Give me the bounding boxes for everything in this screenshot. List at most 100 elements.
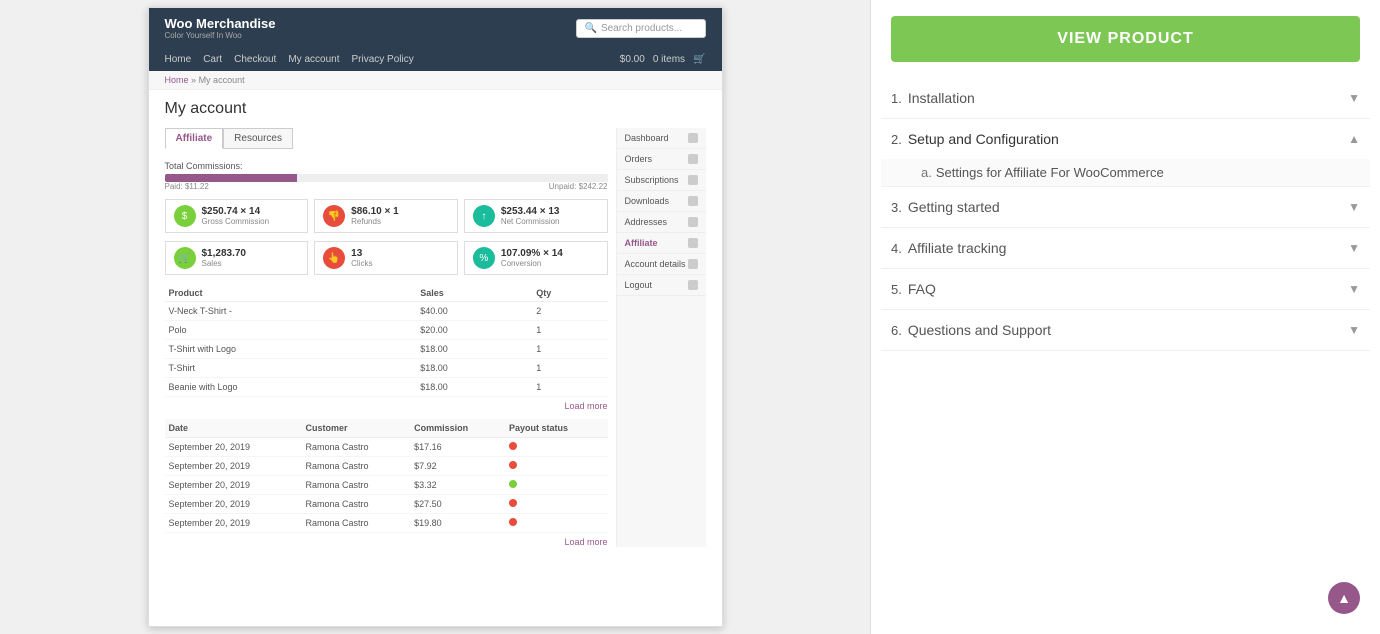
left-panel: Woo Merchandise Color Yourself In Woo 🔍 … [0,0,870,634]
stat-conversion-icon: % [473,247,495,269]
status-dot [509,442,517,450]
sidebar-menu-label: Logout [625,280,653,290]
table-row: September 20, 2019 Ramona Castro $7.92 [165,457,608,476]
history-customer: Ramona Castro [301,476,410,495]
stats-cards-row2: 🛒 $1,283.70 Sales 👆 13 Clicks [165,241,608,275]
sidebar-menu-label: Dashboard [625,133,669,143]
chevron-down-icon: ▼ [1348,200,1360,214]
history-table: Date Customer Commission Payout status S… [165,419,608,533]
toc-item-header[interactable]: 1. Installation ▼ [881,78,1370,118]
commission-bar-fill [165,174,298,182]
woo-search-box[interactable]: 🔍 Search products... [576,19,706,38]
commission-unpaid: Unpaid: $242.22 [549,182,608,191]
affiliate-content: Affiliate Resources Total Commissions: P… [165,128,608,547]
sidebar-menu-label: Downloads [625,196,670,206]
sidebar-menu-item[interactable]: Downloads [617,191,706,212]
tab-affiliate[interactable]: Affiliate [165,128,224,149]
sidebar-menu-label: Subscriptions [625,175,679,185]
nav-links: Home Cart Checkout My account Privacy Po… [165,54,414,65]
toc-label: Setup and Configuration [908,131,1348,147]
product-sales: $20.00 [416,321,532,340]
commission-bar-container [165,174,608,182]
toc-item-header[interactable]: 6. Questions and Support ▼ [881,310,1370,350]
stat-sales-icon: 🛒 [174,247,196,269]
history-col-customer: Customer [301,419,410,438]
woo-main: My account Affiliate Resources Total Com… [149,90,722,557]
sidebar-menu-item[interactable]: Account details [617,254,706,275]
history-date: September 20, 2019 [165,514,302,533]
sidebar-menu-item[interactable]: Addresses [617,212,706,233]
breadcrumb-separator: » [191,75,196,85]
stats-cards-row1: $ $250.74 × 14 Gross Commission 👎 $86.10… [165,199,608,233]
toc-item: 5. FAQ ▼ [881,269,1370,310]
stat-gross-label: Gross Commission [202,217,270,226]
nav-privacy[interactable]: Privacy Policy [351,54,413,65]
chevron-down-icon: ▼ [1348,241,1360,255]
breadcrumb-home[interactable]: Home [165,75,189,85]
stat-net: ↑ $253.44 × 13 Net Commission [464,199,608,233]
history-customer: Ramona Castro [301,495,410,514]
table-row: September 20, 2019 Ramona Castro $27.50 [165,495,608,514]
stat-refund: 👎 $86.10 × 1 Refunds [314,199,458,233]
stat-conversion: % 107.09% × 14 Conversion [464,241,608,275]
history-commission: $19.80 [410,514,505,533]
cart-items: 0 items [653,54,685,65]
chevron-down-icon: ▼ [1348,323,1360,337]
history-status [505,514,608,533]
sidebar-menu-icon [688,280,698,290]
stat-conversion-value: 107.09% × 14 [501,248,563,259]
toc-item: 6. Questions and Support ▼ [881,310,1370,351]
load-more-products[interactable]: Load more [165,401,608,411]
history-col-date: Date [165,419,302,438]
products-col-qty: Qty [532,285,607,302]
toc-item-header[interactable]: 4. Affiliate tracking ▼ [881,228,1370,268]
sidebar-menu-item[interactable]: Logout [617,275,706,296]
cart-amount: $0.00 [620,54,645,65]
table-row: T-Shirt $18.00 1 [165,359,608,378]
history-status [505,457,608,476]
toc-item-header[interactable]: 3. Getting started ▼ [881,187,1370,227]
stat-clicks-icon: 👆 [323,247,345,269]
commission-bar [165,174,608,182]
breadcrumb-current: My account [199,75,245,85]
toc-number: 3. [891,200,902,215]
sidebar-menu-label: Addresses [625,217,668,227]
sidebar-menu-item[interactable]: Subscriptions [617,170,706,191]
toc-sub-label: Settings for Affiliate For WooCommerce [936,165,1164,180]
sidebar-menu-icon [688,175,698,185]
toc-item-header[interactable]: 2. Setup and Configuration ▲ [881,119,1370,159]
stat-sales-value: $1,283.70 [202,248,247,259]
sidebar-menu-item[interactable]: Affiliate [617,233,706,254]
sidebar-menu-icon [688,259,698,269]
toc-item: 3. Getting started ▼ [881,187,1370,228]
tab-resources[interactable]: Resources [223,128,293,149]
products-table: Product Sales Qty V-Neck T-Shirt - $40.0… [165,285,608,397]
docs-panel: VIEW PRODUCT 1. Installation ▼ 2. Setup … [870,0,1380,634]
page-title: My account [165,100,706,118]
nav-home[interactable]: Home [165,54,192,65]
woo-nav: Home Cart Checkout My account Privacy Po… [149,48,722,71]
scroll-top-button[interactable]: ▲ [1328,582,1360,614]
stat-gross-info: $250.74 × 14 Gross Commission [202,206,270,226]
stat-clicks-info: 13 Clicks [351,248,372,268]
history-commission: $3.32 [410,476,505,495]
history-col-status: Payout status [505,419,608,438]
sidebar-menu-icon [688,154,698,164]
nav-checkout[interactable]: Checkout [234,54,276,65]
nav-cart[interactable]: Cart [203,54,222,65]
sidebar-menu-item[interactable]: Orders [617,149,706,170]
load-more-history[interactable]: Load more [165,537,608,547]
stat-gross: $ $250.74 × 14 Gross Commission [165,199,309,233]
toc-label: Installation [908,90,1348,106]
stat-net-icon: ↑ [473,205,495,227]
history-date: September 20, 2019 [165,457,302,476]
woo-screenshot: Woo Merchandise Color Yourself In Woo 🔍 … [148,7,723,627]
stat-clicks-label: Clicks [351,259,372,268]
nav-myaccount[interactable]: My account [288,54,339,65]
sidebar-menu-item[interactable]: Dashboard [617,128,706,149]
view-product-button[interactable]: VIEW PRODUCT [891,16,1360,62]
toc-sub-item[interactable]: a.Settings for Affiliate For WooCommerce [881,159,1370,186]
status-dot [509,499,517,507]
toc-item-header[interactable]: 5. FAQ ▼ [881,269,1370,309]
product-qty: 1 [532,321,607,340]
